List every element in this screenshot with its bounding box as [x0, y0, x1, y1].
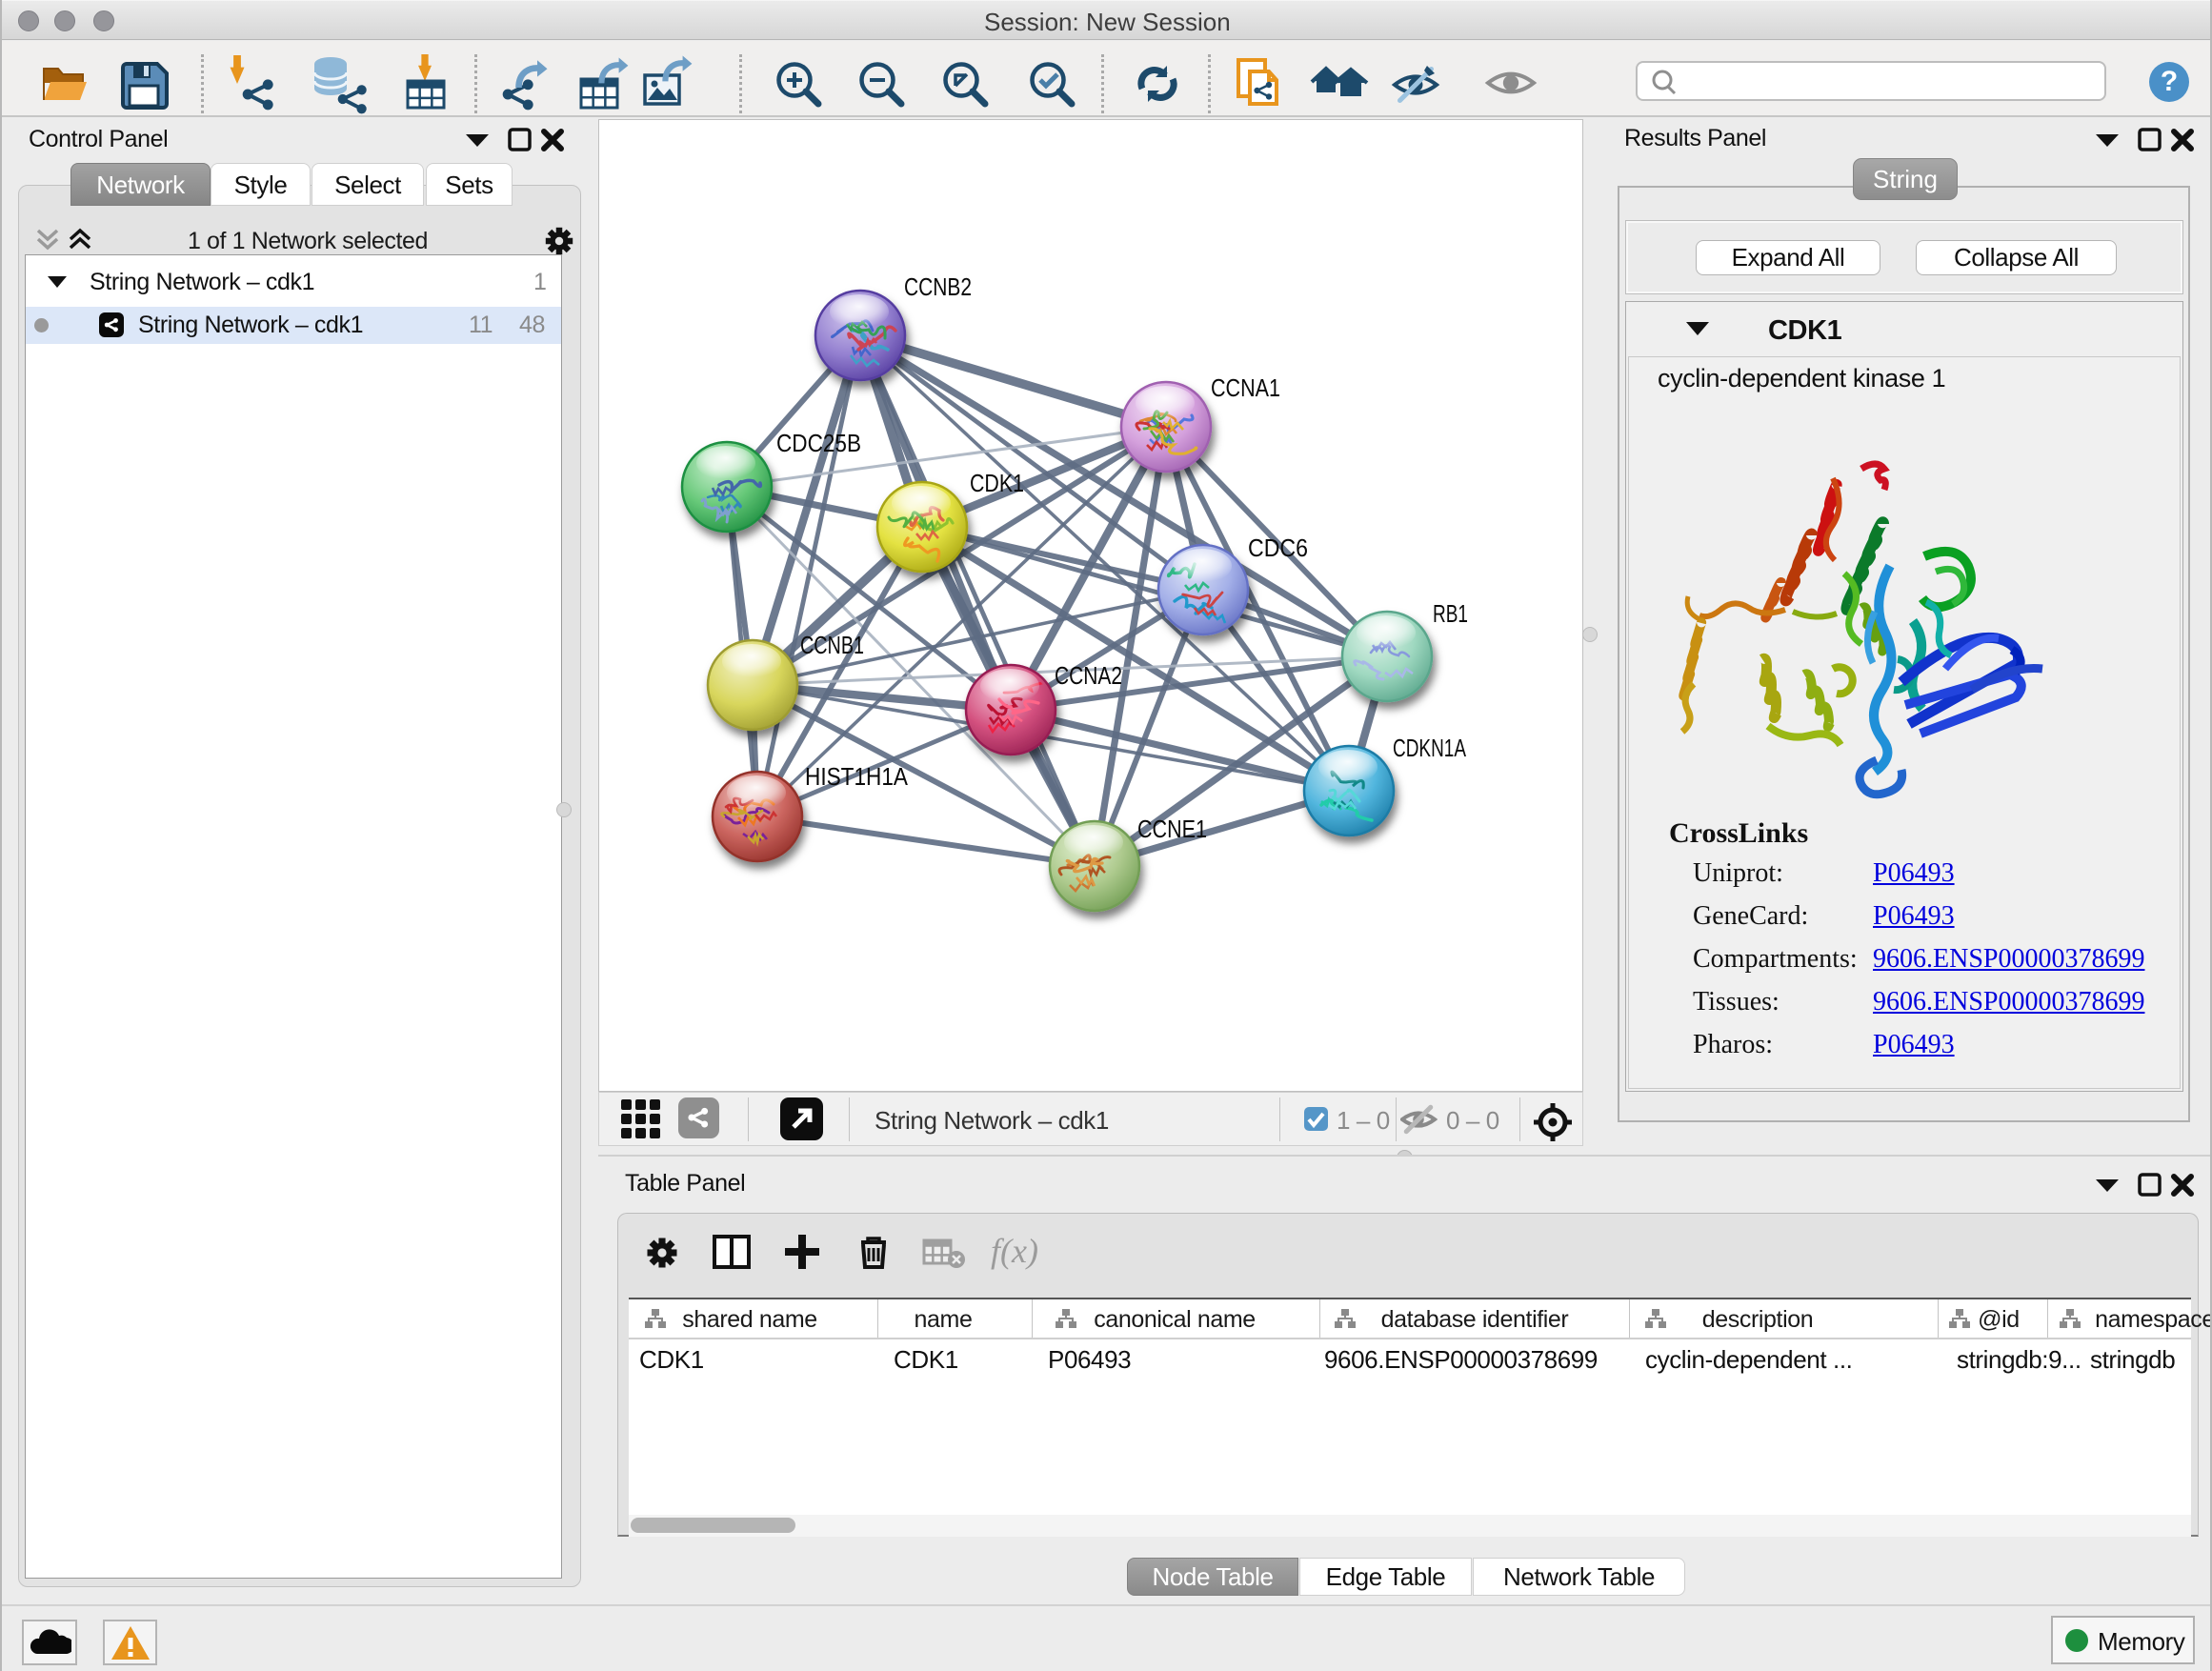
svg-text:CCNE1: CCNE1 — [1137, 815, 1207, 843]
svg-text:CCNB2: CCNB2 — [904, 272, 972, 301]
svg-text:CDC6: CDC6 — [1248, 534, 1308, 562]
svg-text:?: ? — [2161, 66, 2178, 97]
svg-text:CDKN1A: CDKN1A — [1393, 734, 1466, 762]
svg-text:HIST1H1A: HIST1H1A — [805, 762, 909, 791]
svg-text:CCNA2: CCNA2 — [1055, 661, 1122, 690]
svg-text:CCNA1: CCNA1 — [1211, 373, 1280, 402]
svg-text:RB1: RB1 — [1433, 599, 1468, 628]
svg-text:CDC25B: CDC25B — [776, 429, 861, 457]
svg-text:CDK1: CDK1 — [970, 469, 1024, 497]
svg-text:CCNB1: CCNB1 — [800, 631, 864, 659]
